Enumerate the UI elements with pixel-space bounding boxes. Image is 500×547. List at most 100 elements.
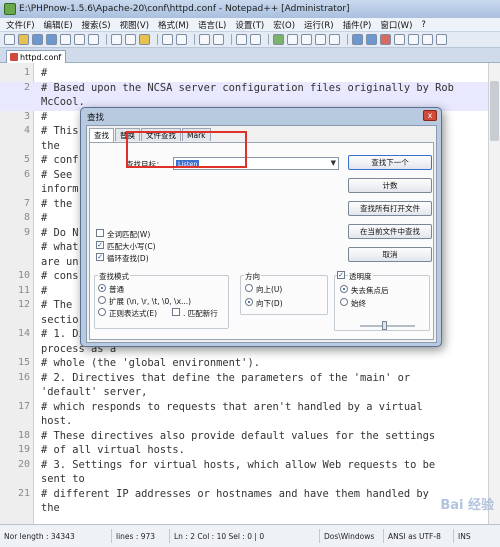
- toolbar-separator: [231, 34, 232, 45]
- menu-language[interactable]: 语言(L): [198, 19, 226, 31]
- toolbar-separator: [347, 34, 348, 45]
- editor-line[interactable]: 2 # Based upon the NCSA server configurat…: [0, 81, 500, 96]
- match-case-checkbox[interactable]: ✓: [96, 241, 104, 249]
- menu-edit[interactable]: 编辑(E): [44, 19, 73, 31]
- highlight-annotation: [126, 131, 247, 168]
- editor-line[interactable]: host.: [0, 415, 500, 430]
- line-number: 15: [17, 357, 30, 368]
- menu-file[interactable]: 文件(F): [6, 19, 35, 31]
- cut-icon[interactable]: [111, 34, 122, 45]
- editor-line[interactable]: 18 # These directives also provide defaul…: [0, 430, 500, 445]
- editor-line[interactable]: 1 #: [0, 67, 500, 82]
- replace-icon[interactable]: [213, 34, 224, 45]
- find-next-button[interactable]: 查找下一个: [348, 155, 432, 170]
- find-in-current-button[interactable]: 在当前文件中查找: [348, 224, 432, 239]
- window-title: E:\PHPnow-1.5.6\Apache-20\conf\httpd.con…: [19, 4, 350, 14]
- editor-line[interactable]: 'default' server,: [0, 386, 500, 401]
- editor-line[interactable]: 16 # 2. Directives that define the parame…: [0, 372, 500, 387]
- menu-plugins[interactable]: 插件(P): [343, 19, 372, 31]
- tab-bar: httpd.conf: [0, 48, 500, 63]
- menu-view[interactable]: 视图(V): [120, 19, 149, 31]
- menu-window[interactable]: 窗口(W): [380, 19, 412, 31]
- status-position: Ln : 2 Col : 10 Sel : 0 | 0: [170, 529, 320, 543]
- editor-line[interactable]: 20 # 3. Settings for virtual hosts, which…: [0, 459, 500, 474]
- watermark-logo: Bai 经验: [440, 498, 494, 513]
- on-lose-focus-radio[interactable]: [340, 285, 348, 293]
- menu-format[interactable]: 格式(M): [158, 19, 189, 31]
- menu-help[interactable]: ?: [421, 20, 426, 30]
- direction-down-radio[interactable]: [245, 298, 253, 306]
- close-file-icon[interactable]: [60, 34, 71, 45]
- editor-line[interactable]: 21 # different IP addresses or hostnames …: [0, 488, 500, 503]
- menu-bar: 文件(F) 编辑(E) 搜索(S) 视图(V) 格式(M) 语言(L) 设置(T…: [0, 18, 500, 32]
- save-macro-icon[interactable]: [436, 34, 447, 45]
- redo-icon[interactable]: [176, 34, 187, 45]
- app-icon: [4, 3, 16, 15]
- zoom-in-icon[interactable]: [236, 34, 247, 45]
- whole-word-checkbox[interactable]: [96, 229, 104, 237]
- cancel-button[interactable]: 取消: [348, 247, 432, 262]
- save-all-icon[interactable]: [46, 34, 57, 45]
- chevron-down-icon[interactable]: ▼: [331, 159, 336, 167]
- menu-search[interactable]: 搜索(S): [82, 19, 111, 31]
- file-state-icon: [10, 53, 18, 61]
- scrollbar-thumb[interactable]: [490, 81, 499, 141]
- mode-extended-radio[interactable]: [98, 296, 106, 304]
- undo-icon[interactable]: [162, 34, 173, 45]
- indent-guide-icon[interactable]: [329, 34, 340, 45]
- menu-macro[interactable]: 宏(O): [273, 19, 295, 31]
- editor-line[interactable]: sent to: [0, 473, 500, 488]
- transparency-slider[interactable]: [360, 325, 415, 327]
- status-bar: Nor length : 34343 lines : 973 Ln : 2 Co…: [0, 524, 500, 547]
- line-text: sectio: [41, 313, 79, 326]
- status-length: Nor length : 34343: [0, 529, 112, 543]
- paste-icon[interactable]: [139, 34, 150, 45]
- sync-horizontal-icon[interactable]: [287, 34, 298, 45]
- close-all-icon[interactable]: [74, 34, 85, 45]
- menu-settings[interactable]: 设置(T): [235, 19, 264, 31]
- count-button[interactable]: 计数: [348, 178, 432, 193]
- editor-line[interactable]: 19 # of all virtual hosts.: [0, 444, 500, 459]
- close-icon[interactable]: x: [423, 110, 437, 121]
- line-number: 8: [23, 212, 30, 223]
- stop-macro-icon[interactable]: [394, 34, 405, 45]
- tab-httpd-conf[interactable]: httpd.conf: [6, 50, 66, 63]
- print-icon[interactable]: [88, 34, 99, 45]
- editor-line[interactable]: 17 # which responds to requests that aren…: [0, 401, 500, 416]
- play-macro-icon[interactable]: [408, 34, 419, 45]
- new-file-icon[interactable]: [4, 34, 15, 45]
- doc-map-icon[interactable]: [366, 34, 377, 45]
- line-number: 7: [23, 197, 30, 209]
- find-icon[interactable]: [199, 34, 210, 45]
- editor-line[interactable]: 15 # whole (the 'global environment').: [0, 357, 500, 372]
- copy-icon[interactable]: [125, 34, 136, 45]
- editor-line[interactable]: the: [0, 502, 500, 517]
- record-macro-icon[interactable]: [380, 34, 391, 45]
- vertical-scrollbar[interactable]: [488, 63, 500, 524]
- play-multiple-icon[interactable]: [422, 34, 433, 45]
- find-all-open-button[interactable]: 查找所有打开文件: [348, 201, 432, 216]
- menu-run[interactable]: 运行(R): [304, 19, 334, 31]
- wrap-around-checkbox[interactable]: ✓: [96, 253, 104, 261]
- always-radio[interactable]: [340, 298, 348, 306]
- transparency-slider-thumb[interactable]: [382, 321, 387, 330]
- tab-find[interactable]: 查找: [89, 128, 114, 142]
- mode-normal-radio[interactable]: [98, 284, 106, 292]
- transparency-checkbox[interactable]: ✓: [337, 271, 345, 279]
- sync-vertical-icon[interactable]: [273, 34, 284, 45]
- status-insert-mode: INS: [458, 531, 471, 541]
- dot-newline-label: . 匹配新行: [183, 309, 218, 318]
- save-icon[interactable]: [32, 34, 43, 45]
- zoom-out-icon[interactable]: [250, 34, 261, 45]
- word-wrap-icon[interactable]: [301, 34, 312, 45]
- line-number: 6: [23, 168, 30, 180]
- line-text: # different IP addresses or hostnames an…: [41, 487, 429, 500]
- mode-regex-radio[interactable]: [98, 308, 106, 316]
- open-file-icon[interactable]: [18, 34, 29, 45]
- show-all-chars-icon[interactable]: [315, 34, 326, 45]
- dot-newline-checkbox[interactable]: [172, 308, 180, 316]
- direction-up-radio[interactable]: [245, 284, 253, 292]
- line-number: 1: [23, 67, 30, 78]
- line-text: # of all virtual hosts.: [41, 444, 185, 456]
- function-list-icon[interactable]: [352, 34, 363, 45]
